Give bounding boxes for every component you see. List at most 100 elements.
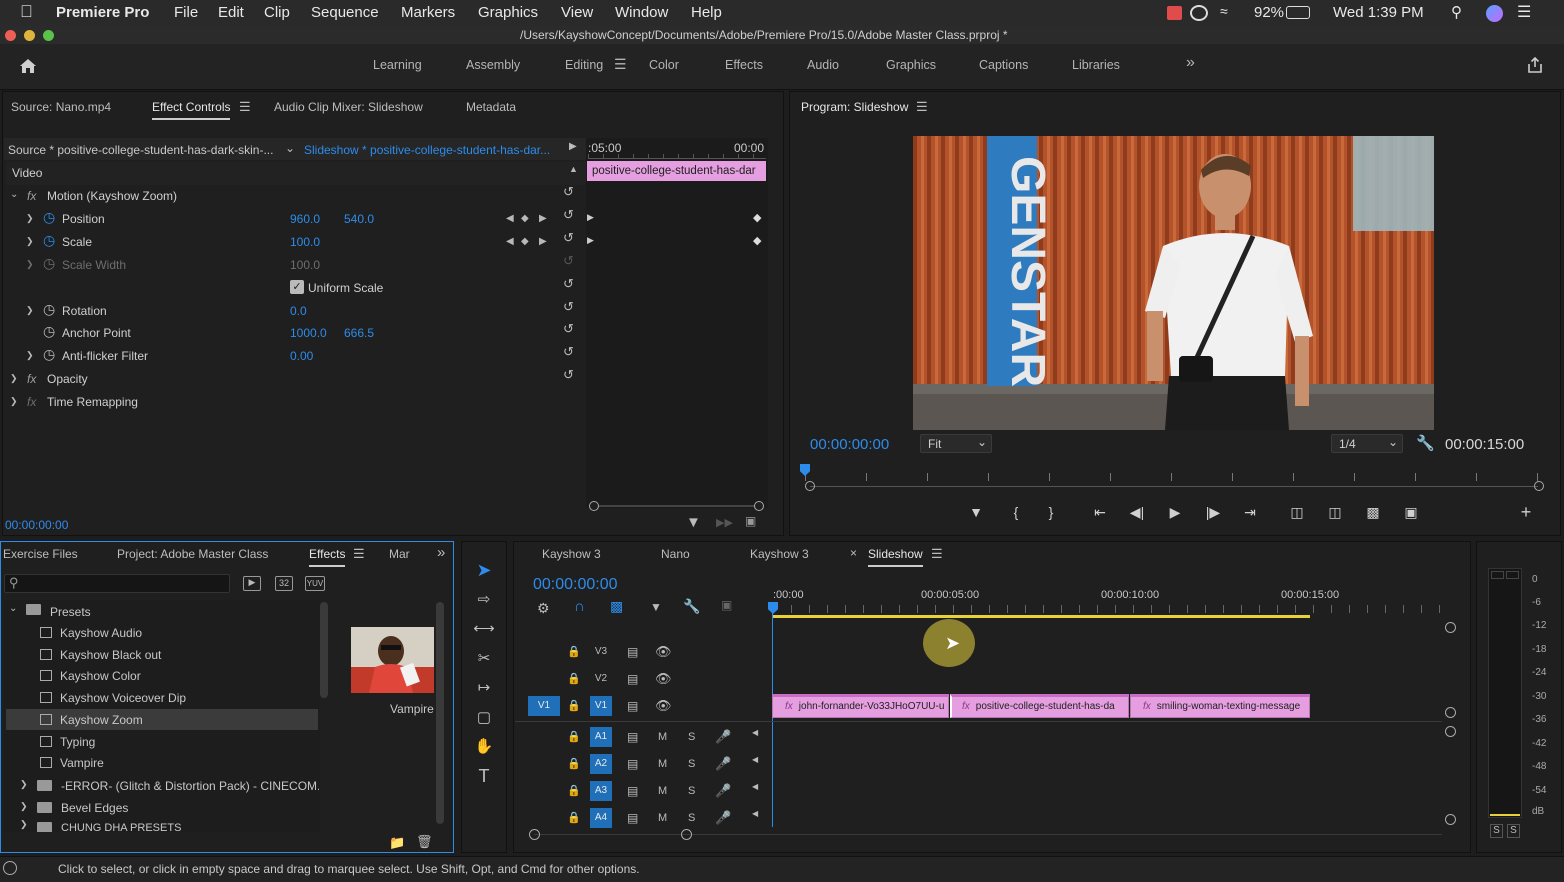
workspace-graphics[interactable]: Graphics (886, 58, 936, 72)
expand-arrow-icon[interactable]: ❯ (26, 213, 34, 224)
type-tool-icon[interactable]: T (472, 766, 496, 788)
timeline-timecode[interactable]: 00:00:00:00 (533, 576, 618, 594)
folder-glitch-pack[interactable]: -ERROR- (Glitch & Distortion Pack) - CIN… (61, 779, 319, 793)
mute-button[interactable]: M (658, 731, 667, 743)
keyframe-icon[interactable]: ◆ (753, 211, 761, 224)
program-ruler[interactable] (805, 473, 1543, 481)
timeline-clip-selected[interactable]: fx positive-college-student-has-da (950, 694, 1129, 718)
keyframe-icon[interactable]: ◆ (753, 234, 761, 247)
play-icon[interactable]: ▶ (569, 141, 577, 152)
solo-right-button[interactable]: S (1507, 824, 1520, 838)
collapse-arrow-icon[interactable]: ⌄ (9, 603, 17, 614)
spotlight-search-icon[interactable]: ⚲ (1451, 3, 1462, 21)
go-to-in-icon[interactable]: ⇤ (1090, 504, 1110, 521)
collapse-track-icon[interactable]: ◀ (752, 782, 758, 791)
anchor-y-value[interactable]: 666.5 (344, 326, 374, 340)
step-back-icon[interactable]: ◀| (1127, 504, 1147, 521)
panel-menu-icon[interactable]: ☰ (239, 99, 251, 115)
expand-arrow-icon[interactable]: ❯ (10, 373, 18, 384)
zoom-handle-right[interactable] (681, 829, 692, 840)
expand-arrow-icon[interactable]: ❯ (20, 820, 28, 830)
lock-icon[interactable]: 🔒 (567, 672, 581, 685)
reset-icon[interactable]: ↺ (563, 367, 574, 383)
fx-icon[interactable]: fx (27, 189, 36, 203)
scroll-handle-left[interactable] (589, 501, 599, 511)
solo-button[interactable]: S (688, 812, 695, 824)
microphone-icon[interactable]: 🎤 (715, 810, 731, 826)
zoom-handle-right[interactable] (1534, 481, 1544, 491)
export-frame-icon[interactable]: ▩ (1363, 504, 1383, 521)
reset-icon[interactable]: ↺ (563, 184, 574, 200)
preset-item-selected[interactable]: Kayshow Zoom (40, 713, 143, 727)
insert-sequence-nest-icon[interactable]: ⚙ (537, 600, 550, 617)
solo-button[interactable]: S (688, 785, 695, 797)
yuv-effects-icon[interactable]: YUV (305, 576, 325, 591)
solo-button[interactable]: S (688, 758, 695, 770)
solo-button[interactable]: S (688, 731, 695, 743)
tab-sequence-slideshow[interactable]: Slideshow (868, 547, 923, 567)
control-center-icon[interactable]: ☰ (1517, 2, 1531, 22)
preset-item[interactable]: Typing (40, 735, 95, 749)
tab-sequence-kayshow3-b[interactable]: Kayshow 3 (750, 547, 809, 561)
collapse-track-icon[interactable]: ◀ (752, 809, 758, 818)
eye-icon[interactable]: 👁 (655, 644, 672, 660)
track-scroll-handle[interactable] (1445, 726, 1456, 737)
track-label-v3[interactable]: V3 (590, 642, 612, 662)
menu-help[interactable]: Help (691, 4, 722, 21)
preset-item[interactable]: Vampire (40, 756, 104, 770)
timeline-ruler[interactable] (773, 605, 1441, 613)
rotation-value[interactable]: 0.0 (290, 304, 307, 318)
stopwatch-icon[interactable]: ◷ (43, 209, 55, 226)
workspace-audio[interactable]: Audio (807, 58, 839, 72)
track-label-a2[interactable]: A2 (590, 754, 612, 774)
preview-scrollbar[interactable] (436, 602, 444, 824)
sync-lock-icon[interactable]: ▤ (627, 672, 638, 686)
scroll-up-icon[interactable]: ▲ (569, 164, 578, 174)
lock-icon[interactable]: 🔒 (567, 757, 581, 770)
tab-audio-clip-mixer[interactable]: Audio Clip Mixer: Slideshow (274, 100, 423, 114)
record-icon[interactable] (1167, 6, 1182, 20)
ec-zoom-scrollbar[interactable] (593, 505, 761, 507)
play-button-icon[interactable]: ▶ (1165, 504, 1185, 521)
expand-arrow-icon[interactable]: ❯ (26, 305, 34, 316)
stopwatch-icon[interactable]: ◷ (43, 323, 55, 340)
workspace-assembly[interactable]: Assembly (466, 58, 520, 72)
fit-dropdown[interactable]: Fit ⌄ (920, 434, 992, 453)
microphone-icon[interactable]: 🎤 (715, 729, 731, 745)
trash-icon[interactable]: 🗑 (416, 834, 433, 850)
lock-icon[interactable]: 🔒 (567, 645, 581, 658)
more-tabs-icon[interactable]: » (437, 544, 445, 561)
siri-icon[interactable] (1486, 5, 1503, 22)
minimize-window-button[interactable] (24, 30, 35, 41)
new-bin-icon[interactable]: 📁 (389, 835, 405, 851)
menu-markers[interactable]: Markers (401, 4, 455, 21)
chevron-down-icon[interactable]: ⌄ (285, 141, 295, 155)
razor-tool-icon[interactable]: ✂ (472, 649, 496, 671)
expand-arrow-icon[interactable]: ❯ (20, 779, 28, 790)
motion-row[interactable]: ⌄ fx Motion (Kayshow Zoom) (6, 185, 586, 208)
sync-lock-icon[interactable]: ▤ (627, 699, 638, 713)
tab-project[interactable]: Project: Adobe Master Class (117, 547, 268, 561)
keyframe-arrow-icon[interactable]: ▶ (587, 212, 594, 223)
button-editor-icon[interactable]: + (1516, 502, 1536, 523)
tab-sequence-kayshow3[interactable]: Kayshow 3 (542, 547, 601, 561)
next-keyframe-icon[interactable]: ▶ (539, 213, 547, 224)
share-icon[interactable] (1526, 56, 1544, 74)
tab-source[interactable]: Source: Nano.mp4 (11, 100, 111, 114)
eye-icon[interactable]: 👁 (655, 698, 672, 714)
position-x-value[interactable]: 960.0 (290, 212, 320, 226)
lock-icon[interactable]: 🔒 (567, 811, 581, 824)
wrench-icon[interactable]: 🔧 (1416, 434, 1435, 452)
zoom-handle-left[interactable] (529, 829, 540, 840)
selection-tool-icon[interactable]: ➤ (472, 560, 496, 582)
add-keyframe-icon[interactable]: ◆ (521, 236, 529, 247)
track-label-v2[interactable]: V2 (590, 669, 612, 689)
track-scroll-handle[interactable] (1445, 814, 1456, 825)
mute-button[interactable]: M (658, 785, 667, 797)
preset-item[interactable]: Kayshow Color (40, 669, 141, 683)
expand-arrow-icon[interactable]: ❯ (20, 801, 28, 812)
sync-lock-icon[interactable]: ▤ (627, 811, 638, 825)
preset-item[interactable]: Kayshow Audio (40, 626, 142, 640)
more-workspaces-icon[interactable]: » (1186, 54, 1195, 72)
tab-sequence-nano[interactable]: Nano (661, 547, 690, 561)
